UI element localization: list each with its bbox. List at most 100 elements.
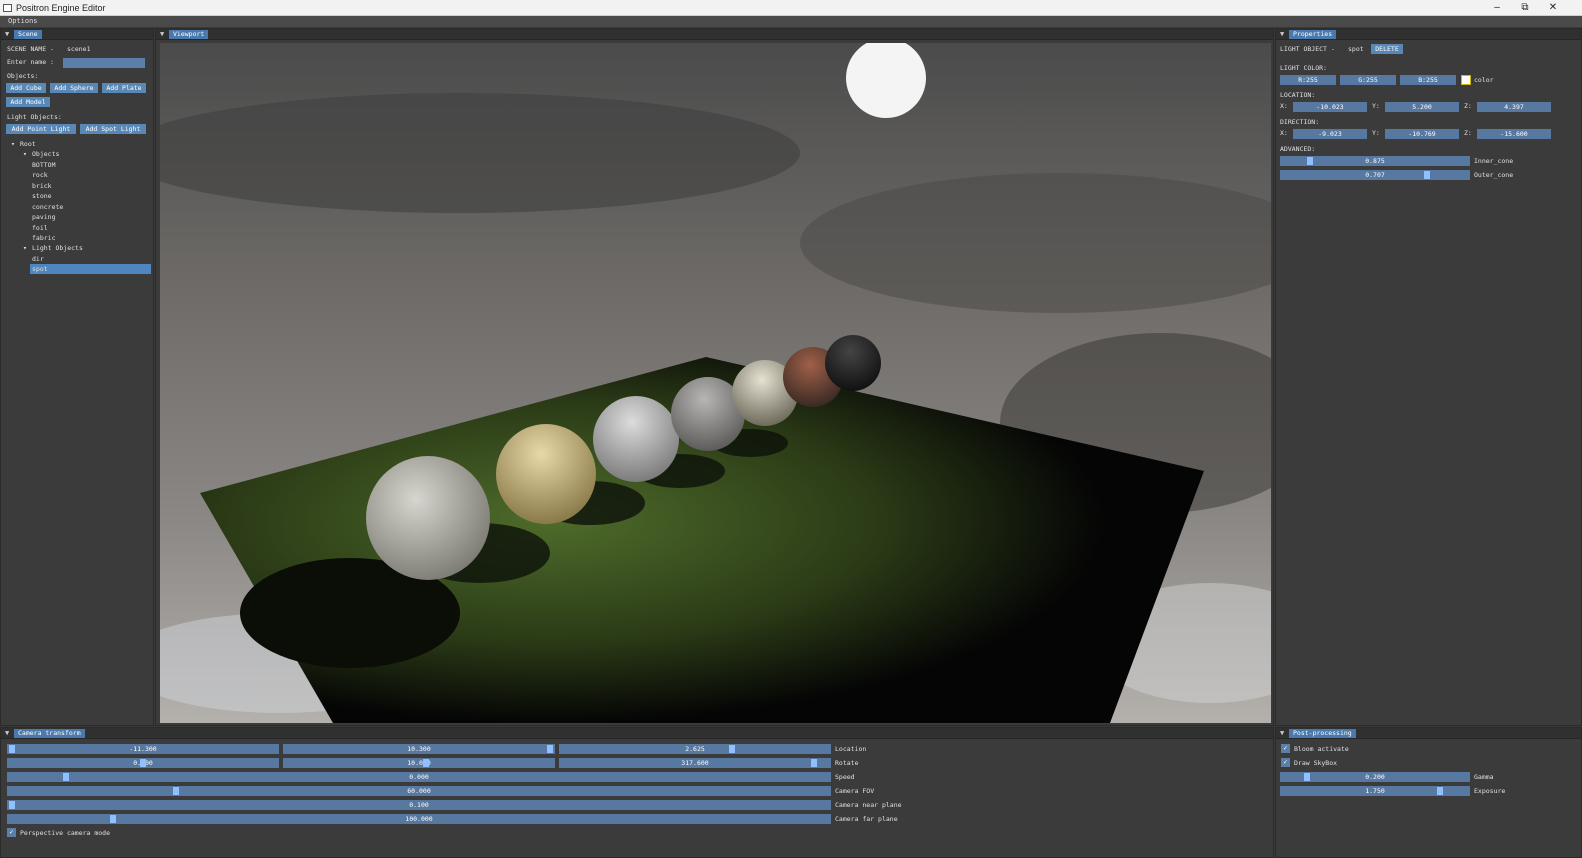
add-cube-button[interactable]: Add Cube xyxy=(6,83,46,93)
add-sphere-button[interactable]: Add Sphere xyxy=(50,83,98,93)
check-icon: ✓ xyxy=(1283,758,1288,766)
direction-z-field[interactable]: -15.600 xyxy=(1477,129,1551,139)
slider-grab[interactable] xyxy=(173,787,179,795)
speed-slider[interactable]: 0.000 xyxy=(7,772,831,782)
post-processing-tab[interactable]: Post-processing xyxy=(1289,729,1356,738)
loc-x-label: X: xyxy=(1280,102,1288,110)
tree-selection-highlight xyxy=(30,264,151,274)
slider-grab[interactable] xyxy=(423,759,429,767)
location-z-slider[interactable]: 2.625 xyxy=(559,744,831,754)
tree-node-root[interactable]: Root xyxy=(20,140,36,148)
scene-render-image xyxy=(160,43,1271,723)
delete-button[interactable]: DELETE xyxy=(1371,44,1403,54)
slider-grab[interactable] xyxy=(1436,787,1443,795)
add-spot-light-button[interactable]: Add Spot Light xyxy=(80,124,146,134)
location-x-field[interactable]: -10.023 xyxy=(1293,102,1367,112)
far-plane-slider[interactable]: 100.000 xyxy=(7,814,831,824)
add-point-light-button[interactable]: Add Point Light xyxy=(6,124,76,134)
tree-open-icon[interactable]: ▾ xyxy=(23,244,27,252)
location-y-field[interactable]: 5.200 xyxy=(1385,102,1459,112)
tree-item[interactable]: fabric xyxy=(32,234,55,242)
tree-item[interactable]: foil xyxy=(32,224,48,232)
tree-item[interactable]: dir xyxy=(32,255,44,263)
slider-grab[interactable] xyxy=(110,815,116,823)
rotate-z-value: 317.600 xyxy=(681,759,709,767)
fov-value: 60.000 xyxy=(407,787,431,795)
inner-cone-value: 0.875 xyxy=(1365,157,1385,165)
pin-icon[interactable]: ▼ xyxy=(1280,729,1284,737)
tree-item[interactable]: concrete xyxy=(32,203,63,211)
light-object-name: spot xyxy=(1348,45,1364,53)
color-b-field[interactable]: B:255 xyxy=(1400,75,1456,85)
direction-y-field[interactable]: -10.769 xyxy=(1385,129,1459,139)
color-swatch-icon[interactable] xyxy=(1461,75,1471,85)
slider-grab[interactable] xyxy=(63,773,69,781)
pin-icon[interactable]: ▼ xyxy=(1280,30,1284,38)
slider-grab[interactable] xyxy=(729,745,735,753)
color-r-field[interactable]: R:255 xyxy=(1280,75,1336,85)
properties-tab[interactable]: Properties xyxy=(1289,30,1337,39)
pin-icon[interactable]: ▼ xyxy=(160,30,164,38)
speed-value: 0.000 xyxy=(409,773,429,781)
viewport-panel-header: ▼ Viewport xyxy=(156,29,1273,40)
tree-node-light-objects[interactable]: Light Objects xyxy=(32,244,83,252)
rotate-y-slider[interactable]: 10.000 xyxy=(283,758,555,768)
close-button[interactable]: ✕ xyxy=(1540,1,1566,15)
minimize-button[interactable]: – xyxy=(1484,1,1510,15)
pin-icon[interactable]: ▼ xyxy=(5,30,9,38)
maximize-button[interactable]: ⧉ xyxy=(1512,1,1538,15)
slider-grab[interactable] xyxy=(547,745,553,753)
tree-node-objects[interactable]: Objects xyxy=(32,150,59,158)
add-model-button[interactable]: Add Model xyxy=(6,97,50,107)
bloom-checkbox[interactable]: ✓ xyxy=(1281,744,1290,753)
location-z-field[interactable]: 4.397 xyxy=(1477,102,1551,112)
outer-cone-slider[interactable]: 0.707 xyxy=(1280,170,1470,180)
add-plate-button[interactable]: Add Plate xyxy=(102,83,146,93)
tree-item[interactable]: paving xyxy=(32,213,55,221)
rotate-x-slider[interactable]: 0.000 xyxy=(7,758,279,768)
viewport-panel: ▼ Viewport xyxy=(155,28,1274,726)
location-z-value: 2.625 xyxy=(685,745,705,753)
outer-cone-value: 0.707 xyxy=(1365,171,1385,179)
direction-label: DIRECTION: xyxy=(1280,118,1320,126)
slider-grab[interactable] xyxy=(9,745,15,753)
tree-item[interactable]: rock xyxy=(32,171,48,179)
viewport-render[interactable] xyxy=(160,43,1271,723)
tree-open-icon[interactable]: ▾ xyxy=(23,150,27,158)
camera-tab[interactable]: Camera transform xyxy=(14,729,85,738)
slider-grab[interactable] xyxy=(811,759,817,767)
near-plane-slider[interactable]: 0.100 xyxy=(7,800,831,810)
exposure-slider[interactable]: 1.750 xyxy=(1280,786,1470,796)
skybox-checkbox[interactable]: ✓ xyxy=(1281,758,1290,767)
light-object-label: LIGHT OBJECT - xyxy=(1280,45,1335,53)
viewport-tab[interactable]: Viewport xyxy=(169,30,209,39)
location-x-slider[interactable]: -11.300 xyxy=(7,744,279,754)
rotate-z-slider[interactable]: 317.600 xyxy=(559,758,831,768)
slider-grab[interactable] xyxy=(9,801,15,809)
scene-name-label: SCENE NAME - xyxy=(7,45,54,53)
gamma-slider[interactable]: 0.200 xyxy=(1280,772,1470,782)
tree-item[interactable]: stone xyxy=(32,192,52,200)
slider-grab[interactable] xyxy=(140,759,146,767)
tree-item-selected[interactable]: spot xyxy=(32,265,48,273)
inner-cone-slider[interactable]: 0.875 xyxy=(1280,156,1470,166)
menu-options[interactable]: Options xyxy=(8,17,38,25)
tree-open-icon[interactable]: ▾ xyxy=(11,140,15,148)
color-g-field[interactable]: G:255 xyxy=(1340,75,1396,85)
direction-x-field[interactable]: -9.023 xyxy=(1293,129,1367,139)
perspective-checkbox[interactable]: ✓ xyxy=(7,828,16,837)
slider-grab[interactable] xyxy=(1307,157,1314,165)
slider-grab[interactable] xyxy=(1303,773,1310,781)
check-icon: ✓ xyxy=(9,828,14,836)
scene-name-value: scene1 xyxy=(67,45,91,53)
tree-item[interactable]: brick xyxy=(32,182,52,190)
menu-bar: Options xyxy=(0,16,1582,27)
slider-grab[interactable] xyxy=(1423,171,1430,179)
location-y-slider[interactable]: 10.300 xyxy=(283,744,555,754)
fov-slider[interactable]: 60.000 xyxy=(7,786,831,796)
scene-tab[interactable]: Scene xyxy=(14,30,42,39)
tree-item[interactable]: BOTTOM xyxy=(32,161,55,169)
pin-icon[interactable]: ▼ xyxy=(5,729,9,737)
scene-name-input[interactable] xyxy=(63,58,145,68)
scene-panel: ▼ Scene SCENE NAME - scene1 Enter name :… xyxy=(0,28,154,726)
